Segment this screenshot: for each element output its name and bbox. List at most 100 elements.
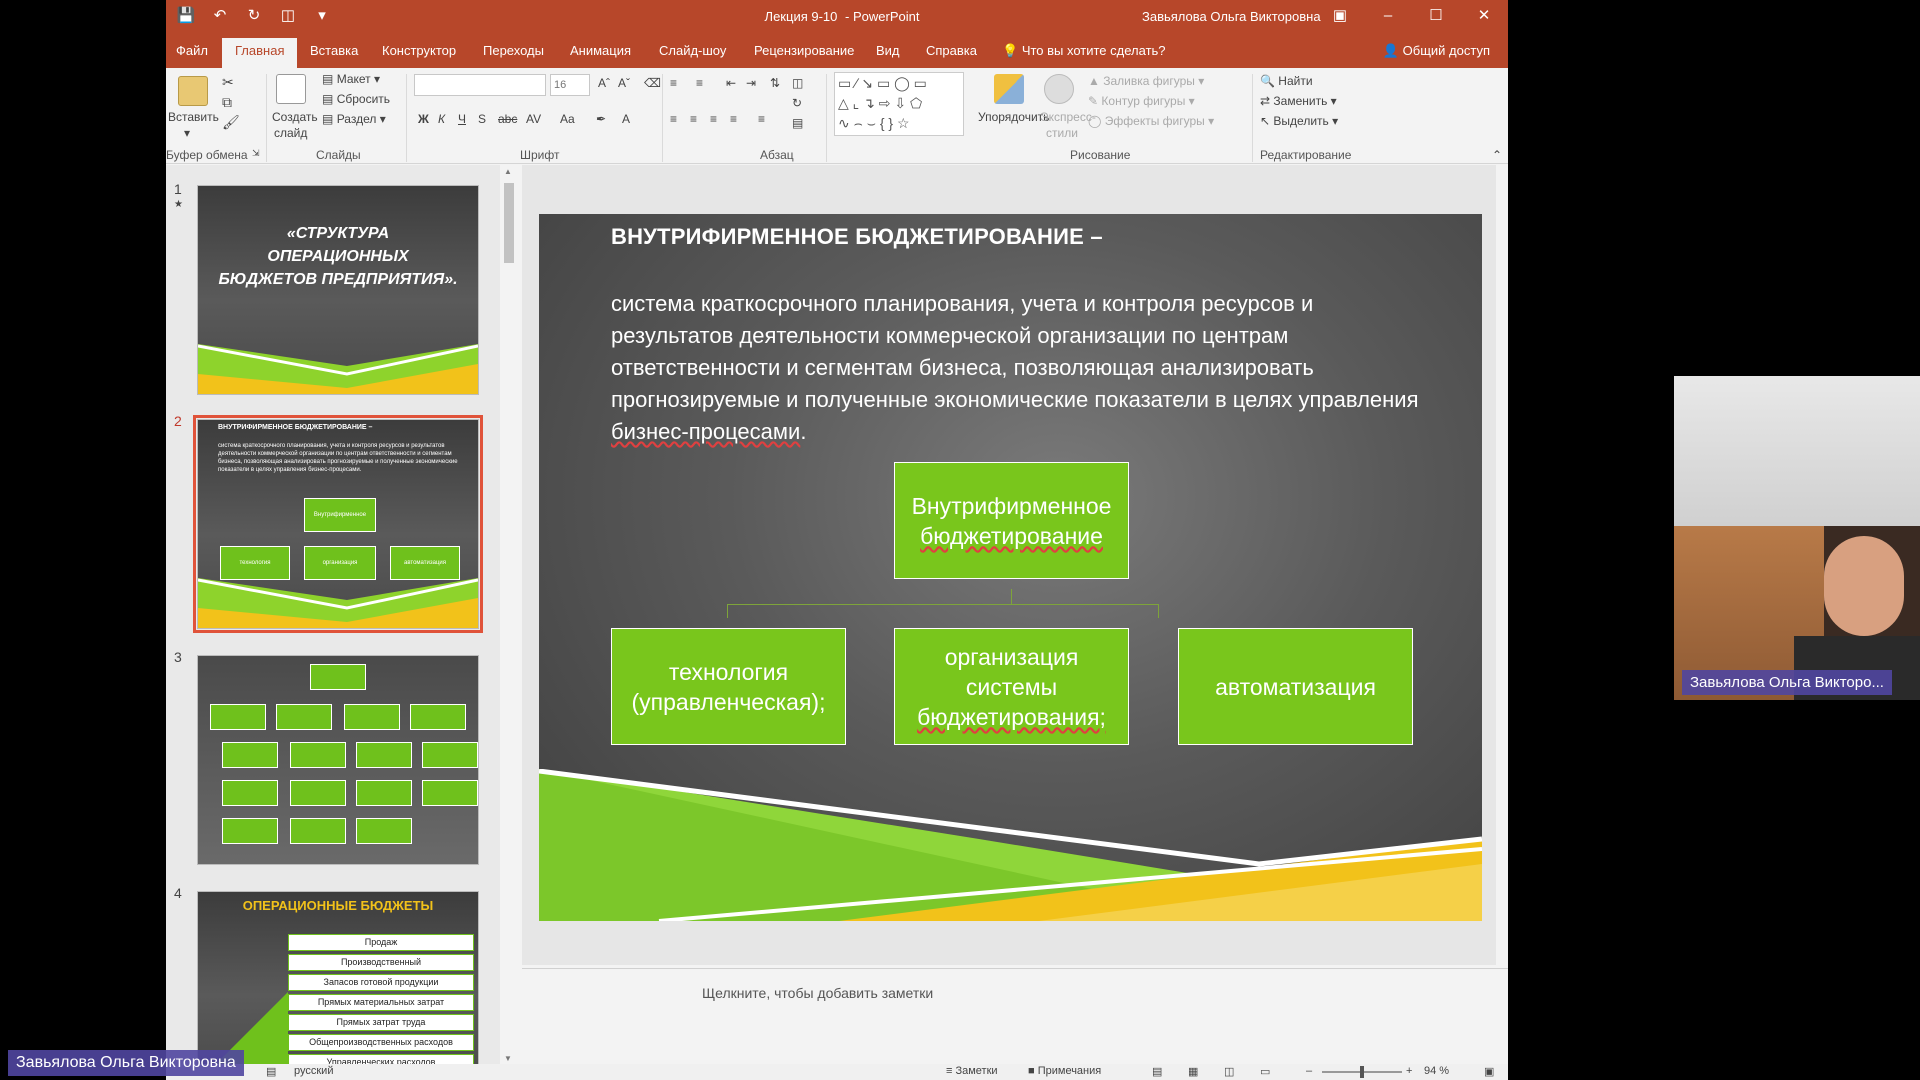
notes-placeholder[interactable]: Щелкните, чтобы добавить заметки [702,985,933,1001]
shadow-icon[interactable]: S [478,112,486,126]
arrange-button[interactable]: Упорядочить [978,110,1049,124]
slide-thumbnails-pane[interactable]: 1 ★ «СТРУКТУРА ОПЕРАЦИОННЫХ БЮДЖЕТОВ ПРЕ… [166,165,500,1065]
tab-design[interactable]: Конструктор [382,43,456,58]
slide-body-text[interactable]: система краткосрочного планирования, уче… [611,288,1431,448]
paste-dropdown-icon[interactable]: ▾ [184,126,190,140]
zoom-level[interactable]: 94 % [1424,1065,1449,1077]
slide-thumbnail-4[interactable]: ОПЕРАЦИОННЫЕ БЮДЖЕТЫ Продаж Производстве… [197,891,479,1065]
font-color-icon[interactable]: A [622,112,630,126]
section-button[interactable]: ▤ Раздел ▾ [322,112,386,126]
italic-icon[interactable]: К [438,112,445,126]
close-button[interactable]: ✕ [1460,0,1508,34]
increase-indent-icon[interactable]: ⇥ [746,76,756,90]
font-family-select[interactable] [414,74,546,96]
shape-outline-button[interactable]: ✎ Контур фигуры ▾ [1088,94,1195,108]
spellcheck-icon[interactable]: ▤ [266,1065,276,1078]
clipboard-launcher-icon[interactable]: ⇲ [252,148,260,159]
text-direction-icon[interactable]: ↻ [792,96,802,110]
ribbon-display-options-icon[interactable]: ▣ [1316,0,1364,34]
slide-thumbnail-1[interactable]: «СТРУКТУРА ОПЕРАЦИОННЫХ БЮДЖЕТОВ ПРЕДПРИ… [197,185,479,395]
paste-button[interactable]: Вставить [168,110,219,124]
find-button[interactable]: 🔍 Найти [1260,74,1313,88]
shapes-gallery[interactable]: ▭ ∕ ↘ ▭ ◯ ▭ △ ⌞ ↴ ⇨ ⇩ ⬠ ∿ ⌢ ⌣ { } ☆ [834,72,964,136]
highlight-icon[interactable]: ✒ [596,112,606,126]
reading-view-icon[interactable]: ◫ [1224,1065,1234,1078]
tab-transitions[interactable]: Переходы [483,43,544,58]
tab-insert[interactable]: Вставка [310,43,358,58]
grow-font-icon[interactable]: Aˆ [598,76,610,90]
quick-styles-label[interactable]: стили [1046,126,1078,140]
convert-to-smartart-icon[interactable]: ≡ [758,112,765,126]
quick-styles-icon[interactable] [1044,74,1074,104]
replace-button[interactable]: ⇄ Заменить ▾ [1260,94,1337,108]
cut-icon[interactable]: ✂ [222,74,234,91]
share-button[interactable]: 👤 Общий доступ [1383,43,1490,59]
shape-fill-button[interactable]: ▲ Заливка фигуры ▾ [1088,74,1204,88]
tab-home[interactable]: Главная [222,38,298,68]
zoom-out-icon[interactable]: – [1306,1065,1312,1077]
strikethrough-icon[interactable]: abc [498,112,517,126]
slide-thumbnail-3[interactable] [197,655,479,865]
notes-pane[interactable]: Щелкните, чтобы добавить заметки [522,968,1508,1064]
tab-file[interactable]: Файл [176,43,208,58]
slide-thumbnail-2[interactable]: ВНУТРИФИРМЕННОЕ БЮДЖЕТИРОВАНИЕ – система… [193,415,483,633]
align-left-icon[interactable]: ≡ [670,112,677,126]
align-right-icon[interactable]: ≡ [710,112,717,126]
tell-me-box[interactable]: 💡 Что вы хотите сделать? [1002,43,1166,59]
normal-view-icon[interactable]: ▤ [1152,1065,1162,1078]
tab-help[interactable]: Справка [926,43,977,58]
minimize-button[interactable]: – [1364,0,1412,34]
tab-review[interactable]: Рецензирование [754,43,854,58]
new-slide-icon[interactable] [276,74,306,104]
layout-button[interactable]: ▤ Макет ▾ [322,72,380,86]
bullets-icon[interactable]: ≡ [670,76,677,90]
shape-effects-button[interactable]: ◯ Эффекты фигуры ▾ [1088,114,1214,128]
language-indicator[interactable]: русский [294,1065,333,1077]
smartart-box-automation[interactable]: автоматизация [1178,628,1413,745]
arrange-icon[interactable] [994,74,1024,104]
clear-formatting-icon[interactable]: ⌫ [644,76,661,90]
slide-sorter-icon[interactable]: ▦ [1188,1065,1198,1078]
underline-icon[interactable]: Ч [458,112,466,126]
character-spacing-icon[interactable]: AV [526,112,541,126]
numbering-icon[interactable]: ≡ [696,76,703,90]
fit-to-window-icon[interactable]: ▣ [1484,1065,1494,1078]
slide-title[interactable]: ВНУТРИФИРМЕННОЕ БЮДЖЕТИРОВАНИЕ – [611,224,1103,250]
align-text-icon[interactable]: ▤ [792,116,803,130]
zoom-in-icon[interactable]: + [1406,1065,1412,1077]
shrink-font-icon[interactable]: Aˇ [618,76,630,90]
reset-button[interactable]: ▤ Сбросить [322,92,390,106]
smartart-box-top[interactable]: Внутрифирменное бюджетирование [894,462,1129,579]
scroll-down-icon[interactable]: ▼ [504,1054,512,1063]
columns-icon[interactable]: ◫ [792,76,803,90]
slideshow-view-icon[interactable]: ▭ [1260,1065,1270,1078]
scrollbar-thumb[interactable] [504,183,514,263]
justify-icon[interactable]: ≡ [730,112,737,126]
tab-slideshow[interactable]: Слайд-шоу [659,43,726,58]
zoom-slider-thumb[interactable] [1360,1066,1364,1078]
editor-scrollbar[interactable] [1496,165,1508,965]
change-case-icon[interactable]: Aa [560,112,575,126]
line-spacing-icon[interactable]: ⇅ [770,76,780,90]
align-center-icon[interactable]: ≡ [690,112,697,126]
notes-toggle[interactable]: ≡ Заметки [946,1065,998,1077]
collapse-ribbon-icon[interactable]: ⌃ [1492,148,1502,162]
format-painter-icon[interactable]: 🖌 [222,114,240,131]
maximize-button[interactable]: ☐ [1412,0,1460,34]
smartart-box-technology[interactable]: технология (управленческая); [611,628,846,745]
scroll-up-icon[interactable]: ▲ [504,167,512,176]
signed-in-user[interactable]: Завьялова Ольга Викторовна [1142,9,1321,24]
decrease-indent-icon[interactable]: ⇤ [726,76,736,90]
comments-toggle[interactable]: ■ Примечания [1028,1065,1101,1077]
copy-icon[interactable]: ⧉ [222,94,232,111]
current-slide[interactable]: ВНУТРИФИРМЕННОЕ БЮДЖЕТИРОВАНИЕ – система… [539,214,1482,921]
thumbnails-scrollbar[interactable]: ▲ ▼ [501,165,517,1065]
select-button[interactable]: ↖ Выделить ▾ [1260,114,1338,128]
tab-view[interactable]: Вид [876,43,900,58]
paste-icon[interactable] [178,76,208,106]
smartart-box-organization[interactable]: организация системы бюджетирования; [894,628,1129,745]
new-slide-label[interactable]: слайд [274,126,307,140]
font-size-select[interactable]: 16 [550,74,590,96]
bold-icon[interactable]: Ж [418,112,429,126]
tab-animations[interactable]: Анимация [570,43,631,58]
